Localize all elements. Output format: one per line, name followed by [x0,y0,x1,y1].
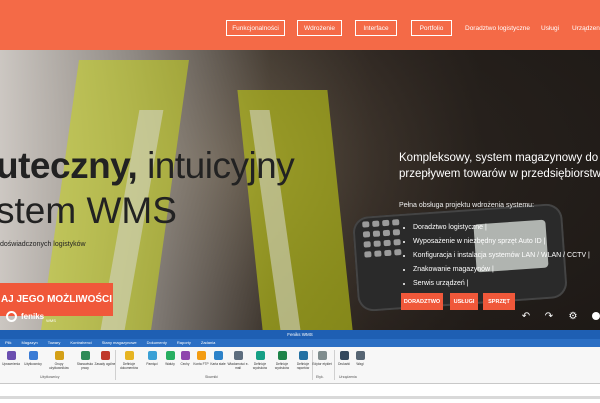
ribbon-label: Stanowisko pracy [76,362,94,370]
list-item: Doradztwo logistyczne | [413,224,590,231]
ribbon-label: Zasady ogólne [94,362,116,366]
hero-subline: doświadczonych logistyków [0,241,86,248]
hero-headline-line2: stem WMS [0,190,177,231]
rules-icon [100,351,110,360]
ribbon-button-uprawnienia[interactable]: Uprawnienia [0,351,22,366]
right-title-line1: Kompleksowy, system magazynowy do zar [399,152,600,164]
ribbon-label: Definicje dokumentów [119,362,139,370]
redo-arrow-icon[interactable]: ↷ [543,311,555,322]
slider-dot[interactable] [592,312,600,320]
ribbon-button-definicje-wydrukow-2[interactable]: Definicje wydruków [271,351,293,370]
app-screenshot: Feniks WMS Plik Magazyn Towary Kontrahen… [0,330,600,403]
ribbon-button-wagi[interactable]: Wagi [349,351,371,366]
nav-uslugi[interactable]: Usługi [541,20,559,36]
ribbon-button-edytor-etykiet[interactable]: Edytor etykiet [311,351,333,366]
nav-doradztwo-logistyczne[interactable]: Doradztwo logistyczne [465,20,530,36]
ribbon-tab[interactable]: Stany magazynowe [97,339,142,347]
app-content-area [0,384,600,403]
print-definition-icon [255,351,265,360]
nav-urzadzenia[interactable]: Urządzenia [572,20,600,36]
app-window-title: Feniks WMS [0,330,600,339]
headline-bold: uteczny, [0,145,138,186]
nav-portfolio[interactable]: Portfolio [411,20,452,36]
at-sign-icon [233,351,243,360]
ribbon-label: Wagi [356,362,364,366]
list-item: Wyposażenie w niezbędny sprzęt Auto ID | [413,238,590,245]
sprzet-button[interactable]: SPRZĘT [483,293,515,310]
ribbon-tab[interactable]: Magazyn [16,339,42,347]
ribbon-tab[interactable]: Towary [43,339,66,347]
ribbon-label: Uprawnienia [2,362,20,366]
tag-icon [180,351,190,360]
ribbon-button-zasady[interactable]: Zasady ogólne [94,351,116,366]
group-icon [54,351,64,360]
ribbon-group-label: Słowniki [205,375,218,379]
right-subtitle: Pełna obsługa projektu wdrożenia systemu… [399,202,535,209]
shield-icon [6,351,16,360]
horizontal-scrollbar[interactable] [0,396,600,399]
ribbon-label: Grupy użytkowników [49,362,69,370]
ribbon-label: Użytkownicy [24,362,42,366]
ribbon-group-label: Urządzenia [339,375,357,379]
ribbon-group-label: Etyk. [316,375,324,379]
nav-funkcjonalnosci[interactable]: Funkcjonalności [226,20,285,36]
ribbon-tab[interactable]: Plik [0,339,16,347]
ftp-folder-icon [196,351,206,360]
ribbon-button-definicje-dokumentow[interactable]: Definicje dokumentów [118,351,140,370]
ribbon-button-definicje-wydrukow-1[interactable]: Definicje wydruków [249,351,271,370]
right-title-line2: przepływem towarów w przedsiębiorstwac [399,168,600,180]
ribbon-label: Definicje wydruków [252,362,268,370]
ribbon-button-grupy[interactable]: Grupy użytkowników [48,351,70,370]
list-item: Serwis urządzeń | [413,280,590,287]
scale-icon [355,351,365,360]
list-item: Konfiguracja i instalacja systemów LAN /… [413,252,590,259]
label-editor-icon [317,351,327,360]
list-item: Znakowanie magazynów | [413,266,590,273]
logo-tag: WMS [46,318,56,323]
ribbon-tab[interactable]: Kontrahenci [65,339,96,347]
app-ribbon: Uprawnienia Użytkownicy Grupy użytkownik… [0,347,600,384]
right-title: Kompleksowy, system magazynowy do zar pr… [399,150,600,182]
headline-rest: intuicyjny [137,145,295,186]
uslugi-button[interactable]: USŁUGI [450,293,478,310]
ribbon-label: Edytor etykiet [312,362,332,366]
card-icon [213,351,223,360]
logo-name: feniks [21,312,45,321]
print-definition-icon [277,351,287,360]
feniks-logo: feniks WMS [6,310,56,323]
top-navigation-bar: Funkcjonalności Wdrożenie Interface Port… [0,0,600,50]
ribbon-button-karta[interactable]: Karta stałe [207,351,229,366]
hero-headline: uteczny, intuicyjny [0,145,295,187]
folder-icon [124,351,134,360]
ribbon-tab[interactable]: Dokumenty [142,339,172,347]
ribbon-label: Karta stałe [210,362,226,366]
services-list: Doradztwo logistyczne | Wyposażenie w ni… [403,224,590,294]
ribbon-button-email[interactable]: Wiadomości e-mail [227,351,249,370]
ribbon-group-label: Użytkownicy [40,375,60,379]
hero-slider: uteczny, intuicyjny stem WMS doświadczon… [0,50,600,330]
ribbon-label: Definicje wydruków [274,362,290,370]
doradztwo-button[interactable]: DORADZTWO [401,293,443,310]
logo-mark-icon [6,311,17,322]
ribbon-separator [115,350,116,380]
globe-icon [147,351,157,360]
ribbon-tab[interactable]: Raporty [172,339,196,347]
ribbon-label: Wiadomości e-mail [227,362,249,370]
users-icon [28,351,38,360]
ribbon-button-stanowisko[interactable]: Stanowisko pracy [74,351,96,370]
workstation-icon [80,351,90,360]
settings-gear-icon[interactable]: ⚙ [567,311,579,322]
app-ribbon-tabs: Plik Magazyn Towary Kontrahenci Stany ma… [0,339,600,347]
ribbon-button-uzytkownicy[interactable]: Użytkownicy [22,351,44,366]
printer-icon [339,351,349,360]
nav-interface[interactable]: Interface [355,20,397,36]
nav-wdrozenie[interactable]: Wdrożenie [297,20,342,36]
undo-arrow-icon[interactable]: ↶ [520,311,532,322]
ribbon-tab[interactable]: Zadania [196,339,220,347]
report-icon [298,351,308,360]
